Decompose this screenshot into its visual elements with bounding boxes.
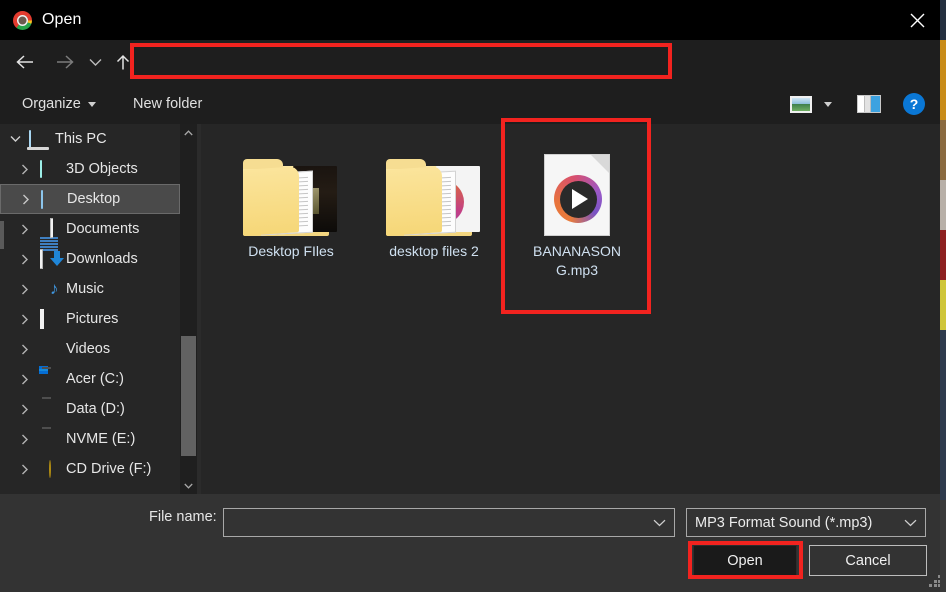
navigation-pane: This PC 3D Objects Desktop Documents Dow…	[0, 124, 180, 494]
file-list-view[interactable]: Desktop FIles desktop files 2 BANANASONG…	[201, 124, 940, 494]
collapsed-chevron-icon[interactable]	[18, 432, 32, 446]
collapsed-chevron-icon[interactable]	[18, 282, 32, 296]
sidebar-item-this-pc[interactable]: This PC	[0, 124, 180, 154]
3d-objects-icon	[40, 160, 58, 178]
file-name-label: Desktop FIles	[248, 243, 334, 259]
up-one-level-button[interactable]	[110, 40, 136, 84]
help-icon: ?	[903, 93, 925, 115]
organize-menu-button[interactable]: Organize	[22, 84, 96, 124]
sidebar-item-label: Videos	[66, 341, 111, 357]
sidebar-item-pictures[interactable]: Pictures	[0, 304, 180, 334]
mp3-file-icon	[508, 138, 646, 236]
folder-icon	[365, 138, 503, 236]
chrome-logo-icon	[13, 10, 32, 30]
file-name-label: BANANASONG.mp3	[533, 243, 621, 278]
hard-drive-icon	[40, 371, 58, 387]
sidebar-item-label: Data (D:)	[66, 401, 125, 417]
close-window-button[interactable]	[894, 0, 940, 40]
sidebar-item-label: NVME (E:)	[66, 431, 136, 447]
expanded-chevron-icon[interactable]	[8, 132, 22, 146]
videos-icon	[40, 341, 58, 357]
file-name-field-label: File name:	[149, 509, 217, 525]
file-name-input[interactable]	[223, 508, 675, 537]
hard-drive-icon	[40, 431, 58, 447]
desktop-icon	[41, 190, 59, 209]
preview-pane-icon	[857, 95, 881, 113]
file-type-select[interactable]: MP3 Format Sound (*.mp3)	[686, 508, 926, 537]
hard-drive-icon	[40, 401, 58, 417]
pane-edge-marker	[0, 221, 4, 249]
recent-locations-chevron-down-icon[interactable]	[82, 40, 108, 84]
sidebar-item-music[interactable]: ♪ Music	[0, 274, 180, 304]
open-button[interactable]: Open	[693, 545, 797, 576]
command-toolbar: Organize New folder ?	[0, 84, 940, 124]
new-folder-label: New folder	[133, 96, 203, 112]
navigation-pane-scrollbar[interactable]	[180, 124, 197, 494]
file-name-label: desktop files 2	[389, 243, 479, 259]
sidebar-item-label: Pictures	[66, 311, 119, 327]
sidebar-item-label: Music	[66, 281, 104, 297]
collapsed-chevron-icon[interactable]	[18, 222, 32, 236]
downloads-icon	[40, 251, 58, 267]
dialog-body: This PC 3D Objects Desktop Documents Dow…	[0, 124, 940, 494]
collapsed-chevron-icon[interactable]	[18, 372, 32, 386]
sidebar-item-label: Acer (C:)	[66, 371, 124, 387]
file-item-desktop-files[interactable]: Desktop FIles	[222, 138, 360, 261]
file-item-bananasong-mp3[interactable]: BANANASONG.mp3	[508, 138, 646, 280]
help-button[interactable]: ?	[900, 84, 928, 124]
sidebar-item-label: Desktop	[67, 191, 121, 207]
desktop-backdrop-strip	[940, 0, 946, 592]
change-view-button[interactable]	[788, 84, 814, 124]
new-folder-button[interactable]: New folder	[133, 84, 202, 124]
sidebar-item-label: Documents	[66, 221, 140, 237]
forward-button[interactable]	[48, 40, 82, 84]
file-type-value: MP3 Format Sound (*.mp3)	[695, 514, 873, 531]
scroll-down-chevron-down-icon[interactable]	[180, 477, 197, 494]
sidebar-item-nvme-e[interactable]: NVME (E:)	[0, 424, 180, 454]
sidebar-item-3d-objects[interactable]: 3D Objects	[0, 154, 180, 184]
sidebar-item-desktop[interactable]: Desktop	[0, 184, 180, 214]
window-title: Open	[42, 11, 82, 28]
chevron-down-icon[interactable]	[653, 514, 666, 532]
preview-pane-button[interactable]	[855, 84, 883, 124]
sidebar-item-data-d[interactable]: Data (D:)	[0, 394, 180, 424]
collapsed-chevron-icon[interactable]	[18, 162, 32, 176]
picture-view-icon	[790, 95, 812, 113]
sidebar-item-label: 3D Objects	[66, 161, 138, 177]
music-icon: ♪	[50, 279, 59, 298]
sidebar-item-acer-c[interactable]: Acer (C:)	[0, 364, 180, 394]
view-options-dropdown[interactable]	[818, 84, 838, 124]
pictures-icon	[40, 309, 58, 329]
scroll-up-chevron-up-icon[interactable]	[180, 124, 197, 141]
sidebar-item-documents[interactable]: Documents	[0, 214, 180, 269]
collapsed-chevron-icon[interactable]	[18, 312, 32, 326]
back-button[interactable]	[8, 40, 42, 84]
organize-label: Organize	[22, 96, 81, 112]
cd-drive-icon	[40, 460, 58, 478]
sidebar-item-downloads[interactable]: Downloads	[0, 244, 180, 274]
open-file-dialog: Open › This PC › Desktop ›	[0, 0, 946, 592]
scrollbar-thumb[interactable]	[181, 336, 196, 456]
navigation-bar: › This PC › Desktop › Search Desktop	[0, 40, 940, 116]
title-bar: Open	[0, 0, 940, 40]
this-pc-icon	[29, 130, 47, 148]
cancel-button[interactable]: Cancel	[809, 545, 927, 576]
sidebar-item-label: Downloads	[66, 251, 138, 267]
collapsed-chevron-icon[interactable]	[18, 252, 32, 266]
caret-down-icon	[87, 101, 96, 107]
caret-down-icon	[824, 101, 832, 107]
collapsed-chevron-icon[interactable]	[18, 342, 32, 356]
sidebar-item-cd-drive-f[interactable]: CD Drive (F:)	[0, 454, 180, 484]
chevron-down-icon[interactable]	[904, 515, 917, 531]
collapsed-chevron-icon[interactable]	[18, 402, 32, 416]
file-item-desktop-files-2[interactable]: desktop files 2	[365, 138, 503, 261]
collapsed-chevron-icon[interactable]	[19, 192, 33, 206]
sidebar-item-label: CD Drive (F:)	[66, 461, 152, 477]
sidebar-item-videos[interactable]: Videos	[0, 334, 180, 364]
sidebar-item-label: This PC	[55, 131, 107, 147]
folder-icon	[222, 138, 360, 236]
documents-icon	[40, 218, 58, 269]
collapsed-chevron-icon[interactable]	[18, 462, 32, 476]
